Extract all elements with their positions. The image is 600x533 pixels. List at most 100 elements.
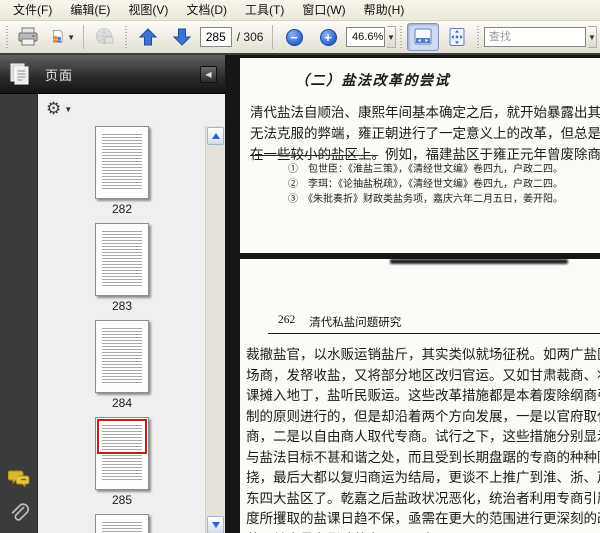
menu-item[interactable]: 文件(F) bbox=[4, 0, 61, 21]
menu-item[interactable]: 窗口(W) bbox=[293, 0, 354, 21]
minus-icon: − bbox=[285, 28, 303, 46]
text-line: 裁撤盐官，以水贩运销盐斤，其实类似就场征税。如两广盐区裁 bbox=[246, 347, 600, 362]
thumbnail-text-lines bbox=[102, 328, 142, 384]
text-line: 东四大盐区了。乾嘉之后盐政状况恶化，统治者利用专商引岸制 bbox=[246, 490, 600, 506]
footnote-line: ③ 《朱批奏折》财政类盐务项，嘉庆六年二月五日，姜开阳。 bbox=[288, 194, 563, 205]
thumbnail-panel: ⚙ ▼ 282 283 284 285 bbox=[38, 94, 225, 533]
pages-icon bbox=[10, 63, 29, 85]
footnote-rule bbox=[250, 155, 378, 156]
text-line: 场商，发帑收盐，又将部分地区改归官运。又如甘肃裁商、将盐 bbox=[246, 367, 600, 383]
text-line: 制的原则进行的，但是却沿着两个方向发展，一是以官府取代专 bbox=[246, 408, 600, 424]
share-button[interactable] bbox=[89, 23, 121, 51]
dropdown-arrow-icon: ▼ bbox=[64, 104, 73, 114]
text-line: 无法克服的弊端，雍正朝进行了一定意义上的改革，但总是集中 bbox=[250, 126, 600, 141]
thumbnail-page-number: 283 bbox=[111, 299, 133, 313]
thumbnail-page-number: 282 bbox=[111, 202, 133, 216]
comments-icon[interactable] bbox=[8, 467, 30, 489]
scroll-up-button[interactable] bbox=[207, 127, 224, 145]
text-line: 课摊入地丁，盐听民贩运。这些改革措施都是本着废除纲商引岸 bbox=[246, 388, 600, 403]
visible-area-highlight bbox=[97, 419, 147, 455]
document-page-285: 262 清代私盐问题研究 裁撤盐官，以水贩运销盐斤，其实类似就场征税。如两广盐区… bbox=[240, 259, 600, 533]
printer-icon bbox=[18, 27, 38, 46]
thumbnail-text-lines bbox=[102, 231, 142, 287]
options-button[interactable]: ⚙ ▼ bbox=[38, 94, 225, 124]
collaborate-button[interactable]: ▼ bbox=[46, 23, 78, 51]
gear-icon: ⚙ bbox=[46, 99, 62, 118]
text-line: 革，其中最有影响的有以下几次。 bbox=[246, 530, 600, 533]
footnote-line: ① 包世臣：《淮盐三策》，《清经世文编》卷四九，户政二四。 bbox=[288, 164, 563, 175]
find-input[interactable] bbox=[484, 27, 587, 47]
running-header: 262 清代私盐问题研究 bbox=[278, 314, 401, 330]
page-total-label: / 306 bbox=[236, 30, 264, 44]
globe-icon bbox=[95, 28, 114, 44]
menu-item[interactable]: 视图(V) bbox=[119, 0, 177, 21]
fit-width-icon bbox=[414, 28, 432, 45]
thumbnail-page-image[interactable] bbox=[95, 320, 149, 393]
zoom-level-display[interactable]: 46.6% bbox=[346, 27, 385, 47]
print-button[interactable] bbox=[12, 23, 44, 51]
panel-title: 页面 bbox=[45, 67, 74, 83]
thumbnail-page-image[interactable] bbox=[95, 223, 149, 296]
toolbar-separator bbox=[83, 25, 84, 49]
page-number-input[interactable] bbox=[199, 27, 232, 47]
document-page-284: （二）盐法改革的尝试 清代盐法自顺治、康熙年间基本确定之后，就开始暴露出其 无法克… bbox=[240, 58, 600, 253]
scroll-down-button[interactable] bbox=[207, 516, 224, 533]
arrow-up-icon bbox=[138, 28, 157, 46]
menu-item[interactable]: 工具(T) bbox=[236, 0, 293, 21]
scrolling-mode-button[interactable] bbox=[406, 23, 439, 51]
thumbnail-page-image[interactable] bbox=[95, 514, 149, 533]
page-number: 262 bbox=[278, 314, 296, 326]
zoom-in-button[interactable]: + bbox=[312, 23, 344, 51]
text-line: 度所攫取的盐课日趋不保，亟需在更大的范围进行更深刻的改 bbox=[246, 511, 600, 526]
menu-bar: 文件(F) 编辑(E) 视图(V) 文档(D) 工具(T) 窗口(W) 帮助(H) bbox=[0, 0, 600, 21]
thumbnail-page-image[interactable] bbox=[95, 126, 149, 199]
body-text: 裁撤盐官，以水贩运销盐斤，其实类似就场征税。如两广盐区裁 场商，发帑收盐，又将部分… bbox=[246, 345, 600, 533]
content-area: 页面 ◀ ⚙ ▼ 282 283 284 285 （二）盐法改革的尝试 清代盐法… bbox=[0, 55, 600, 533]
page-thumbnail[interactable]: 285 bbox=[95, 417, 149, 511]
next-page-button[interactable] bbox=[166, 23, 198, 51]
header-rule bbox=[268, 333, 600, 334]
document-view: （二）盐法改革的尝试 清代盐法自顺治、康熙年间基本确定之后，就开始暴露出其 无法克… bbox=[225, 55, 600, 533]
toolbar: ▼ / 306 − + bbox=[0, 21, 600, 55]
menu-item[interactable]: 文档(D) bbox=[177, 0, 236, 21]
text-line: 清代盐法自顺治、康熙年间基本确定之后，就开始暴露出其 bbox=[250, 105, 600, 120]
thumbnail-page-image[interactable] bbox=[95, 417, 149, 490]
thumbnail-page-number: 284 bbox=[111, 396, 133, 410]
menu-item[interactable]: 编辑(E) bbox=[61, 0, 119, 21]
thumbnail-scrollbar[interactable] bbox=[205, 126, 225, 533]
pdf-reader-window: 文件(F) 编辑(E) 视图(V) 文档(D) 工具(T) 窗口(W) 帮助(H) ▼ bbox=[0, 0, 600, 533]
find-dropdown-button[interactable]: ▼ bbox=[588, 26, 597, 48]
dropdown-arrow-icon: ▼ bbox=[67, 32, 76, 42]
text-line: 商，二是以自由商人取代专商。试行之下，这些措施分别显示了 bbox=[246, 429, 600, 444]
toolbar-separator bbox=[272, 25, 274, 49]
zoom-dropdown-button[interactable]: ▼ bbox=[386, 26, 396, 48]
full-screen-button[interactable] bbox=[441, 23, 473, 51]
thumbnail-text-lines bbox=[102, 134, 142, 190]
menu-item[interactable]: 帮助(H) bbox=[355, 0, 414, 21]
collaborate-icon bbox=[53, 30, 63, 43]
pages-panel-header: 页面 ◀ bbox=[0, 55, 225, 94]
page-thumbnail[interactable]: 283 bbox=[95, 223, 149, 317]
page-thumbnail[interactable]: 286 bbox=[95, 514, 149, 533]
navigation-icon-strip bbox=[0, 94, 38, 533]
thumbnail-page-number: 285 bbox=[111, 493, 133, 507]
thumbnail-text-lines bbox=[102, 522, 142, 533]
book-title: 清代私盐问题研究 bbox=[309, 317, 402, 329]
previous-page-button[interactable] bbox=[132, 23, 164, 51]
toolbar-grip[interactable] bbox=[124, 26, 128, 48]
paperclip-icon[interactable] bbox=[8, 502, 30, 524]
toolbar-grip[interactable] bbox=[5, 26, 9, 48]
fit-page-icon bbox=[449, 28, 465, 46]
zoom-out-button[interactable]: − bbox=[278, 23, 310, 51]
page-thumbnail[interactable]: 284 bbox=[95, 320, 149, 414]
toolbar-grip[interactable] bbox=[476, 26, 481, 48]
plus-icon: + bbox=[319, 28, 337, 46]
collapse-panel-button[interactable]: ◀ bbox=[200, 65, 217, 83]
toolbar-grip[interactable] bbox=[399, 26, 403, 48]
scan-artifact bbox=[390, 259, 568, 264]
page-thumbnail[interactable]: 282 bbox=[95, 126, 149, 220]
footnote-line: ② 李珥：《论抽盐税疏》，《清经世文编》卷四九，户政二四。 bbox=[288, 179, 563, 190]
section-heading: （二）盐法改革的尝试 bbox=[295, 74, 450, 89]
text-line: 与盐法目标不甚和谐之处，而且受到长期盘踞的专商的种种阻 bbox=[246, 449, 600, 465]
pages-sidebar: 页面 ◀ ⚙ ▼ 282 283 284 285 bbox=[0, 55, 225, 533]
